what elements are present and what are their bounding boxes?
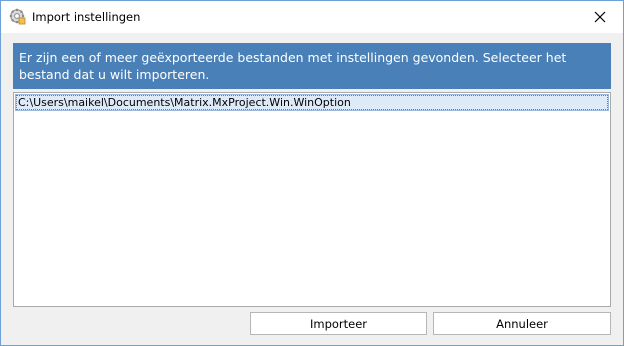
info-banner: Er zijn een of meer geëxporteerde bestan… bbox=[13, 43, 611, 89]
import-button[interactable]: Importeer bbox=[250, 312, 427, 335]
title-bar[interactable]: Import instellingen bbox=[1, 1, 623, 33]
gear-settings-icon bbox=[9, 8, 26, 25]
close-button[interactable] bbox=[577, 1, 623, 32]
import-settings-dialog: Import instellingen Er zijn een of meer … bbox=[0, 0, 624, 346]
close-icon bbox=[594, 11, 606, 22]
dialog-title: Import instellingen bbox=[32, 10, 141, 24]
cancel-button[interactable]: Annuleer bbox=[433, 312, 611, 335]
file-listbox[interactable]: C:\Users\maikel\Documents\Matrix.MxProje… bbox=[13, 92, 611, 307]
list-item-file[interactable]: C:\Users\maikel\Documents\Matrix.MxProje… bbox=[15, 94, 609, 111]
